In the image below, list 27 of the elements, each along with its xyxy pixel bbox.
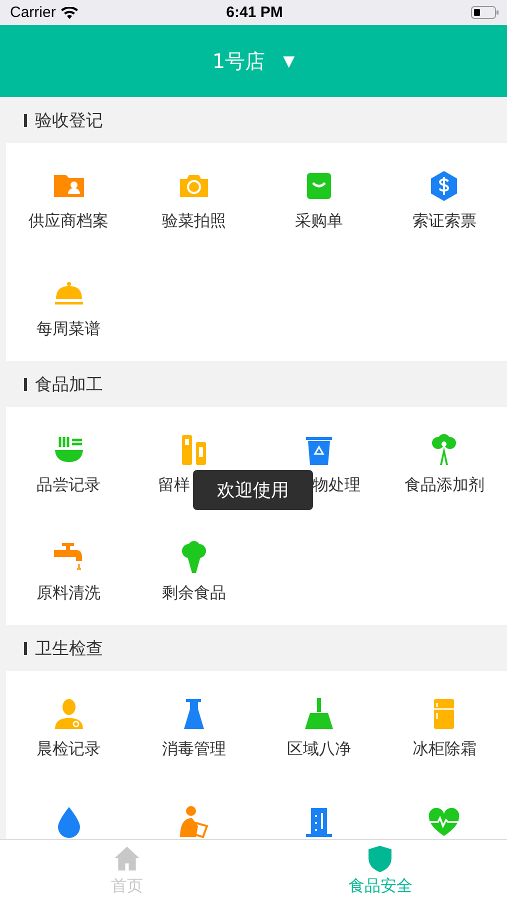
- menu-label[interactable]: 区域八净: [287, 739, 352, 760]
- battery-icon: [470, 6, 499, 19]
- menu-label[interactable]: 消毒管理: [162, 739, 226, 760]
- menu-label[interactable]: 冰柜除霜: [412, 739, 476, 760]
- menu-label[interactable]: 物处理: [312, 475, 361, 496]
- menu-label[interactable]: 留样: [158, 475, 190, 496]
- menu-label[interactable]: 供应商档案: [28, 211, 109, 232]
- section-title: 食品加工: [35, 374, 103, 396]
- menu-label[interactable]: 每周菜谱: [36, 319, 101, 340]
- menu-label[interactable]: 原料清洗: [36, 583, 101, 604]
- menu-label[interactable]: 剩余食品: [162, 583, 226, 604]
- section-title: 卫生检查: [35, 638, 103, 660]
- welcome-toast: 欢迎使用: [193, 470, 313, 510]
- menu-label[interactable]: 品尝记录: [36, 475, 101, 496]
- carrier-name: Carrier: [10, 4, 56, 21]
- menu-label[interactable]: 食品添加剂: [404, 475, 484, 496]
- wifi-icon: [60, 6, 78, 18]
- heart-pulse-icon[interactable]: [427, 805, 462, 839]
- menu-label[interactable]: 晨检记录: [36, 739, 101, 760]
- menu-label[interactable]: 采购单: [295, 211, 344, 232]
- section-marker: [24, 378, 27, 390]
- menu-label[interactable]: 索证索票: [412, 211, 476, 232]
- section-marker: [24, 642, 27, 654]
- status-time: 6:41 PM: [226, 4, 283, 21]
- menu-label[interactable]: 验菜拍照: [162, 211, 226, 232]
- section-title: 验收登记: [35, 110, 103, 132]
- section-marker: [24, 114, 27, 126]
